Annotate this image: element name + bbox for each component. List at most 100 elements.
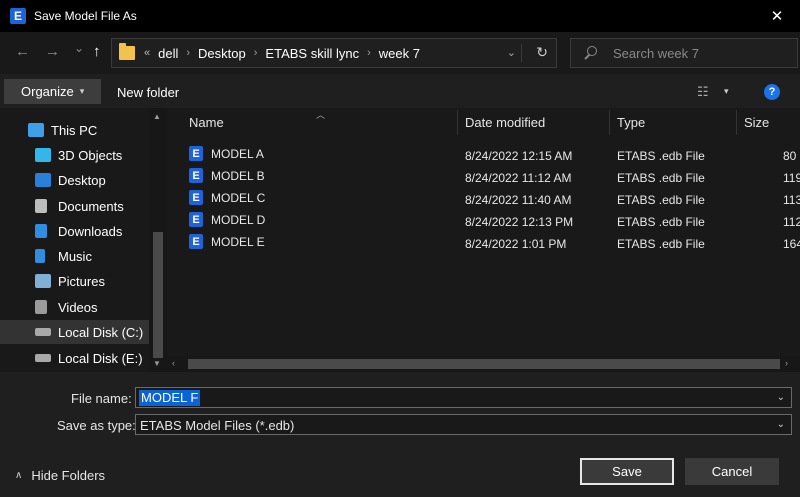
chevron-down-icon[interactable]: ⌄ [777, 392, 785, 403]
file-name: MODEL D [211, 212, 266, 227]
back-arrow-icon[interactable]: ← [15, 43, 30, 60]
column-header-type[interactable]: Type [617, 108, 645, 137]
sidebar-item-pictures[interactable]: Pictures [0, 269, 149, 293]
window-title: Save Model File As [34, 9, 137, 23]
chevron-down-icon: ▾ [79, 86, 85, 96]
breadcrumb-week-7[interactable]: week 7 [379, 46, 420, 61]
sidebar-item-3d-objects[interactable]: 3D Objects [0, 143, 149, 167]
sidebar-scroll-thumb[interactable] [153, 232, 163, 358]
drive-icon [35, 354, 51, 362]
column-header-size[interactable]: Size [744, 108, 769, 137]
file-name: MODEL E [211, 234, 265, 249]
scroll-left-icon[interactable]: ‹ [172, 358, 175, 368]
column-header-date-modified[interactable]: Date modified [465, 108, 545, 137]
etabs-file-icon: E [189, 146, 203, 161]
file-name-value[interactable]: MODEL F [139, 390, 201, 406]
scroll-up-icon[interactable]: ▲ [153, 112, 161, 121]
file-size: 164 [783, 237, 800, 251]
file-size: 112 [783, 215, 800, 229]
etabs-file-icon: E [189, 212, 203, 227]
sidebar-item-music[interactable]: Music [0, 244, 149, 268]
breadcrumb-separator[interactable]: › [254, 47, 258, 59]
search-input[interactable] [613, 45, 793, 61]
scroll-right-icon[interactable]: › [785, 358, 788, 368]
organize-button[interactable]: Organize ▾ [4, 79, 101, 104]
music-icon [35, 249, 45, 263]
breadcrumb-overflow[interactable]: « [144, 47, 150, 59]
view-options-dropdown-icon[interactable]: ▾ [724, 86, 729, 97]
sidebar-item-downloads[interactable]: Downloads [0, 219, 149, 243]
etabs-app-icon: E [10, 8, 26, 24]
etabs-file-icon: E [189, 190, 203, 205]
organize-label: Organize [21, 84, 74, 99]
file-row-model-c[interactable]: E MODEL C 8/24/2022 11:40 AM ETABS .edb F… [181, 187, 800, 209]
address-bar[interactable]: « dell › Desktop › ETABS skill lync › we… [111, 38, 557, 68]
refresh-icon[interactable]: ↻ [536, 44, 548, 61]
file-type: ETABS .edb File [617, 193, 705, 207]
file-type: ETABS .edb File [617, 215, 705, 229]
search-icon [583, 45, 599, 61]
forward-arrow-icon[interactable]: → [45, 43, 60, 60]
close-button[interactable]: ✕ [754, 0, 800, 32]
hide-folders-button[interactable]: ∧ Hide Folders [15, 468, 105, 483]
breadcrumb-desktop[interactable]: Desktop [198, 46, 246, 61]
etabs-file-icon: E [189, 168, 203, 183]
pictures-icon [35, 274, 51, 288]
file-name: MODEL C [211, 190, 266, 205]
save-button[interactable]: Save [580, 458, 674, 485]
column-divider[interactable] [457, 110, 458, 135]
file-name-field[interactable]: MODEL F ⌄ [135, 387, 792, 408]
chevron-down-icon[interactable]: ⌄ [777, 419, 785, 430]
sidebar-item-local-disk-e[interactable]: Local Disk (E:) [0, 346, 149, 370]
cube-icon [35, 148, 51, 162]
file-date: 8/24/2022 12:13 PM [465, 215, 574, 229]
save-as-type-label: Save as type: [57, 418, 136, 433]
sidebar-item-label: Desktop [58, 172, 106, 188]
file-row-model-a[interactable]: E MODEL A 8/24/2022 12:15 AM ETABS .edb F… [181, 143, 800, 165]
file-type: ETABS .edb File [617, 149, 705, 163]
folder-icon [119, 43, 135, 60]
document-icon [35, 199, 47, 213]
save-form: File name: MODEL F ⌄ Save as type: ETABS… [0, 372, 800, 497]
sidebar-scrollbar[interactable]: ▲ ▼ [149, 108, 167, 372]
sidebar-item-local-disk-c[interactable]: Local Disk (C:) [0, 320, 149, 344]
recent-locations-icon[interactable]: ⌄ [74, 41, 84, 55]
breadcrumb-etabs-skill-lync[interactable]: ETABS skill lync [265, 46, 359, 61]
scroll-down-icon[interactable]: ▼ [153, 359, 161, 368]
sidebar-item-documents[interactable]: Documents [0, 194, 149, 218]
horizontal-scrollbar[interactable]: ‹ › [167, 356, 800, 372]
sidebar-item-desktop[interactable]: Desktop [0, 168, 149, 192]
up-arrow-icon[interactable]: ↑ [93, 43, 101, 60]
sidebar-item-label: 3D Objects [58, 147, 123, 163]
sidebar-item-this-pc[interactable]: This PC [0, 118, 149, 142]
file-name-label: File name: [71, 391, 132, 406]
address-divider [521, 44, 522, 62]
file-type: ETABS .edb File [617, 237, 705, 251]
breadcrumb-separator[interactable]: › [367, 47, 371, 59]
sidebar-item-label: Downloads [58, 223, 123, 239]
file-list: ︿ Name Date modified Type Size E MODEL A … [167, 108, 800, 372]
column-header-name[interactable]: Name [189, 108, 224, 137]
sidebar-item-label: Videos [58, 299, 98, 315]
sidebar-item-label: Documents [58, 198, 124, 214]
address-dropdown-icon[interactable]: ⌄ [507, 46, 516, 59]
breadcrumb-separator[interactable]: › [186, 47, 190, 59]
save-as-type-select[interactable]: ETABS Model Files (*.edb) ⌄ [135, 414, 792, 435]
file-row-model-d[interactable]: E MODEL D 8/24/2022 12:13 PM ETABS .edb F… [181, 209, 800, 231]
file-date: 8/24/2022 1:01 PM [465, 237, 567, 251]
new-folder-button[interactable]: New folder [117, 85, 179, 100]
breadcrumb-dell[interactable]: dell [158, 46, 178, 61]
help-icon[interactable]: ? [764, 84, 780, 100]
file-row-model-e[interactable]: E MODEL E 8/24/2022 1:01 PM ETABS .edb Fi… [181, 231, 800, 253]
sidebar-item-videos[interactable]: Videos [0, 295, 149, 319]
file-row-model-b[interactable]: E MODEL B 8/24/2022 11:12 AM ETABS .edb F… [181, 165, 800, 187]
column-divider[interactable] [609, 110, 610, 135]
sidebar-item-label: Local Disk (E:) [58, 350, 143, 366]
videos-icon [35, 300, 47, 314]
cancel-button[interactable]: Cancel [685, 458, 779, 485]
column-divider[interactable] [736, 110, 737, 135]
horizontal-scroll-thumb[interactable] [188, 359, 780, 369]
search-box[interactable] [570, 38, 798, 68]
file-date: 8/24/2022 12:15 AM [465, 149, 573, 163]
view-options-icon[interactable]: ☷ [697, 84, 709, 100]
